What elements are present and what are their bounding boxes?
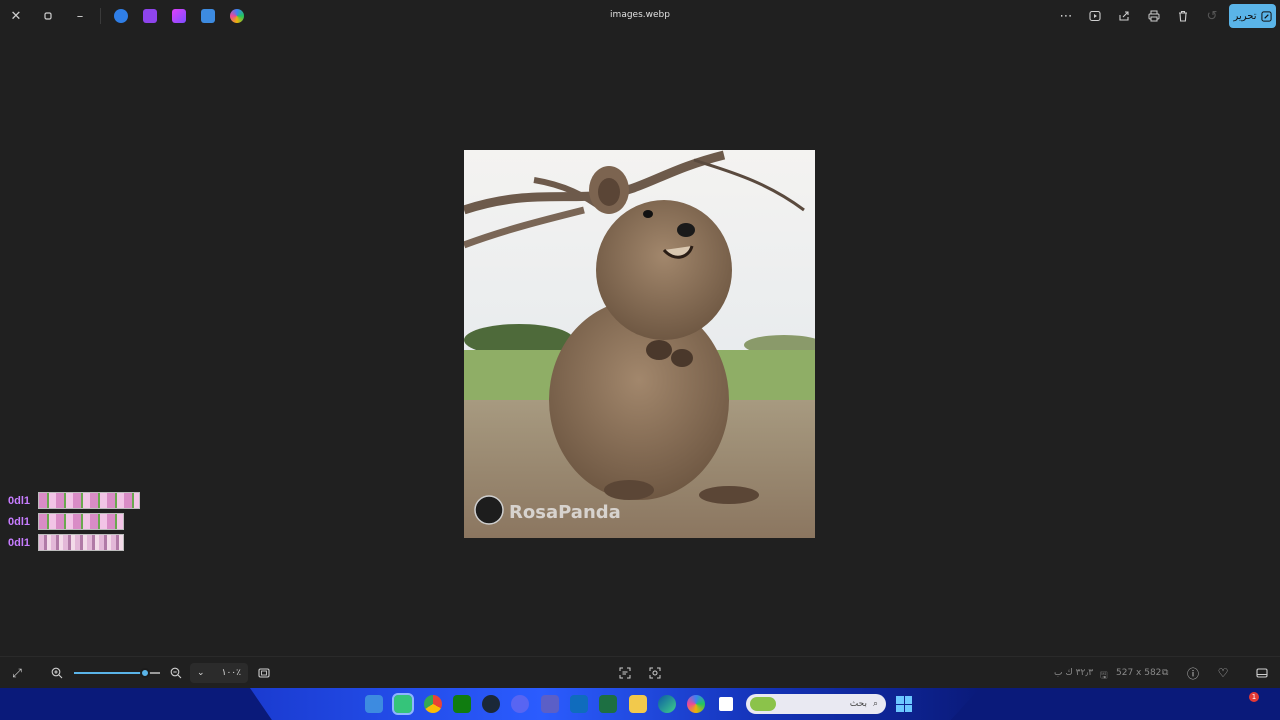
slideshow-icon[interactable] [1084,6,1106,26]
notification-badge[interactable]: 1 [1249,692,1259,702]
image-dimensions: 527 x 582 [1116,668,1162,678]
print-icon[interactable] [1143,6,1165,26]
zoom-slider[interactable] [74,668,160,678]
favorite-icon[interactable]: ♡ [1215,665,1231,681]
zoom-out-icon[interactable] [168,665,184,681]
title-bar: ✕ – images.webp ⋯ ↺ تحرير [0,0,1280,32]
delete-icon[interactable] [1172,6,1194,26]
list-item-label: 0dl1 [8,515,31,528]
windows-start-icon[interactable] [896,696,912,712]
rotate-icon[interactable]: ↺ [1201,6,1223,26]
overlay-thumbnail-list: 0dl1 0dl1 0dl1 [8,490,140,553]
visual-search-icon[interactable] [647,665,663,681]
share-icon[interactable] [1113,6,1135,26]
bottom-toolbar: ⤢ ⌄ ١٠٠٪ ٣٢٫٣ ك ب 🖫 527 x 582 ⧉ ⓘ ♡ [0,656,1280,688]
onedrive-icon[interactable] [114,9,128,23]
fit-to-window-icon[interactable] [256,665,272,681]
window-title: images.webp [610,10,670,20]
divider [100,8,101,24]
chevron-down-icon: ⌄ [197,668,205,678]
copilot-icon[interactable] [230,9,244,23]
search-placeholder: بحث [849,699,867,709]
search-icon: ⌕ [872,699,878,709]
edit-icon [1260,10,1272,22]
filmstrip-icon[interactable] [1254,665,1270,681]
thumbnail-strip [38,513,124,530]
edge-icon[interactable] [658,695,676,713]
image-size-icon: ⧉ [1162,668,1169,678]
copilot-taskbar-icon[interactable] [687,695,705,713]
zoom-in-icon[interactable] [49,665,65,681]
taskbar: بحث ⌕ 1 [0,688,1280,720]
thumbnail-strip [38,534,124,551]
taskbar-search[interactable]: بحث ⌕ [746,694,886,714]
xbox-icon[interactable] [453,695,471,713]
quokka-photo: RosaPanda [464,150,815,538]
list-item[interactable]: 0dl1 [8,490,140,511]
notepad-icon[interactable] [719,697,733,711]
chrome-icon[interactable] [424,695,442,713]
main-image: RosaPanda [464,150,815,538]
mail-icon[interactable] [570,695,588,713]
discord-icon[interactable] [511,695,529,713]
list-item-label: 0dl1 [8,494,31,507]
minimize-icon[interactable]: – [69,6,91,26]
save-icon: 🖫 [1100,671,1108,681]
more-options-icon[interactable]: ⋯ [1055,6,1077,26]
file-size: ٣٢٫٣ ك ب [1054,668,1094,678]
edit-button[interactable]: تحرير [1229,4,1276,28]
zoom-slider-thumb[interactable] [140,668,151,678]
close-icon[interactable]: ✕ [5,6,27,26]
zoom-level-value: ١٠٠٪ [221,668,241,678]
restore-icon[interactable] [37,6,59,26]
info-icon[interactable]: ⓘ [1185,665,1201,681]
photos-edit-icon[interactable] [201,9,215,23]
fullscreen-icon[interactable]: ⤢ [9,665,25,681]
list-item-label: 0dl1 [8,536,31,549]
photos-icon[interactable] [365,695,383,713]
watermark-logo [474,495,504,525]
excel-icon[interactable] [599,695,617,713]
teams-icon[interactable] [541,695,559,713]
list-item[interactable]: 0dl1 [8,532,140,553]
watermark-text: RosaPanda [509,502,621,523]
zoom-level-dropdown[interactable]: ⌄ ١٠٠٪ [190,663,248,683]
edit-button-label: تحرير [1233,10,1257,22]
android-app-icon[interactable] [392,693,414,715]
thumbnail-strip [38,492,140,509]
clipchamp-icon[interactable] [143,9,157,23]
steam-icon[interactable] [482,695,500,713]
text-scan-icon[interactable] [617,665,633,681]
zoom-slider-fill [74,672,146,674]
file-explorer-icon[interactable] [629,695,647,713]
designer-icon[interactable] [172,9,186,23]
list-item[interactable]: 0dl1 [8,511,140,532]
search-highlight-icon [750,697,776,711]
